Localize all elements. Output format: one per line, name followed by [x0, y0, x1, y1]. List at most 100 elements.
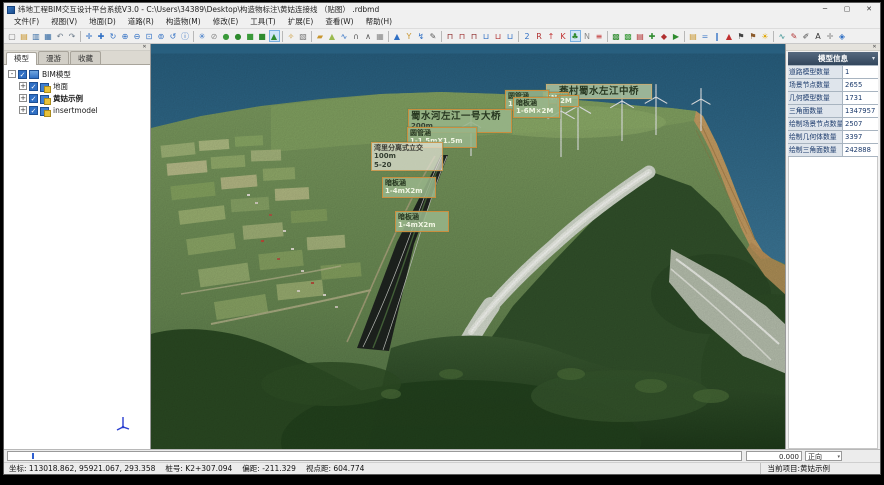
- minimize-button[interactable]: ─: [814, 3, 836, 16]
- undo-icon[interactable]: ↶: [55, 30, 66, 42]
- raise-icon[interactable]: ↑: [546, 30, 557, 42]
- align-equal-icon[interactable]: =: [700, 30, 711, 42]
- culvert-icon[interactable]: ⊔: [505, 30, 516, 42]
- save-icon[interactable]: ▥: [31, 30, 42, 42]
- grid-icon[interactable]: ▦: [375, 30, 386, 42]
- offset-input[interactable]: 0.000: [746, 451, 802, 461]
- info-icon[interactable]: ⓘ: [180, 30, 191, 42]
- tree-item-BIM模型[interactable]: -✓BIM模型: [8, 68, 150, 80]
- zoom-window-icon[interactable]: ⊡: [144, 30, 155, 42]
- close-button[interactable]: ✕: [858, 3, 880, 16]
- disable-render-icon[interactable]: ⊘: [209, 30, 220, 42]
- maximize-button[interactable]: ▢: [836, 3, 858, 16]
- material-icon[interactable]: ◈: [837, 30, 848, 42]
- map-clip-icon[interactable]: ▤: [635, 30, 646, 42]
- flag-brown-icon[interactable]: ⚑: [748, 30, 759, 42]
- add-marker-icon[interactable]: ✚: [647, 30, 658, 42]
- save-all-icon[interactable]: ▦: [43, 30, 54, 42]
- expander-icon[interactable]: -: [8, 70, 16, 78]
- sign-anbanhan-1[interactable]: 暗板涵1-4mX2m: [382, 177, 436, 198]
- sign-anbanhan-2[interactable]: 暗板涵1-4mX2m: [395, 211, 449, 232]
- play-drive-icon[interactable]: ▶: [671, 30, 682, 42]
- tree-item-黄姑示例[interactable]: +✓黄姑示例: [8, 92, 150, 104]
- tree-item-insertmodel[interactable]: +✓insertmodel: [8, 104, 150, 116]
- open-icon[interactable]: ▤: [19, 30, 30, 42]
- sign-wanli-interchange[interactable]: 湾里分离式立交100m5-20: [371, 142, 443, 171]
- new-icon[interactable]: ▢: [7, 30, 18, 42]
- map-texture-icon[interactable]: ▩: [623, 30, 634, 42]
- triangulate-icon[interactable]: ▲: [392, 30, 403, 42]
- vegetation-icon[interactable]: ♣: [570, 30, 581, 42]
- visibility-checkbox[interactable]: ✓: [29, 82, 38, 91]
- spline-icon[interactable]: ∿: [777, 30, 788, 42]
- bridge-girder-icon[interactable]: ⊓: [445, 30, 456, 42]
- paste-style-icon[interactable]: ▧: [298, 30, 309, 42]
- cross-section-icon[interactable]: ∧: [363, 30, 374, 42]
- tab-模型[interactable]: 模型: [6, 52, 37, 65]
- left-panel-close-icon[interactable]: ✕: [141, 44, 148, 51]
- redo-icon[interactable]: ↷: [67, 30, 78, 42]
- edit-model-icon[interactable]: ✎: [428, 30, 439, 42]
- texture-cube-icon[interactable]: ■: [257, 30, 268, 42]
- menu-item-6[interactable]: 工具(T): [244, 16, 281, 28]
- flatten-icon[interactable]: ↯: [416, 30, 427, 42]
- bridge-slab-icon[interactable]: ⊓: [469, 30, 480, 42]
- left-panel-grip[interactable]: ✕: [4, 44, 150, 51]
- viewport-3d[interactable]: [151, 44, 787, 449]
- map-overlay-icon[interactable]: ▩: [611, 30, 622, 42]
- station-k-icon[interactable]: K: [558, 30, 569, 42]
- menu-item-3[interactable]: 道路(R): [122, 16, 160, 28]
- image-folder-icon[interactable]: ▤: [688, 30, 699, 42]
- right-panel-close-icon[interactable]: ✕: [871, 44, 878, 51]
- right-panel-grip[interactable]: ✕: [786, 44, 880, 51]
- measure-pen-icon[interactable]: ✐: [801, 30, 812, 42]
- scene-mode-icon[interactable]: ▲: [269, 30, 280, 42]
- regen-icon[interactable]: ↺: [168, 30, 179, 42]
- pier-icon[interactable]: ⊔: [481, 30, 492, 42]
- terrain-tin-icon[interactable]: ▲: [327, 30, 338, 42]
- menu-item-2[interactable]: 地面(D): [83, 16, 122, 28]
- zoom-extents-icon[interactable]: ⊚: [156, 30, 167, 42]
- wye-junction-icon[interactable]: Y: [404, 30, 415, 42]
- zoom-out-icon[interactable]: ⊖: [132, 30, 143, 42]
- menu-item-8[interactable]: 查看(W): [319, 16, 359, 28]
- pan-icon[interactable]: ✛: [84, 30, 95, 42]
- expander-icon[interactable]: +: [19, 106, 27, 114]
- collapse-caret-icon[interactable]: ▾: [872, 52, 875, 65]
- pan-free-icon[interactable]: ✚: [96, 30, 107, 42]
- bridge-arch-icon[interactable]: ⊓: [457, 30, 468, 42]
- control-point-icon[interactable]: ◆: [659, 30, 670, 42]
- tab-收藏[interactable]: 收藏: [70, 51, 101, 64]
- expander-icon[interactable]: +: [19, 94, 27, 102]
- annotate-pen-icon[interactable]: ✎: [789, 30, 800, 42]
- visibility-checkbox[interactable]: ✓: [18, 70, 27, 79]
- menu-item-5[interactable]: 修改(E): [207, 16, 245, 28]
- menu-item-0[interactable]: 文件(F): [8, 16, 45, 28]
- layers-icon[interactable]: ≡: [594, 30, 605, 42]
- text-label-icon[interactable]: A: [813, 30, 824, 42]
- tree-item-地面[interactable]: +✓地面: [8, 80, 150, 92]
- visibility-checkbox[interactable]: ✓: [29, 106, 38, 115]
- menu-item-9[interactable]: 帮助(H): [360, 16, 399, 28]
- expander-icon[interactable]: +: [19, 82, 27, 90]
- ramp-icon[interactable]: ▲: [724, 30, 735, 42]
- curve-2-icon[interactable]: 2: [522, 30, 533, 42]
- menu-item-7[interactable]: 扩展(E): [282, 16, 320, 28]
- shade-sphere-icon[interactable]: ●: [221, 30, 232, 42]
- link-icon[interactable]: ✧: [286, 30, 297, 42]
- sun-light-icon[interactable]: ☀: [760, 30, 771, 42]
- profile-icon[interactable]: ∩: [351, 30, 362, 42]
- radius-icon[interactable]: R: [534, 30, 545, 42]
- menu-item-1[interactable]: 视图(V): [45, 16, 83, 28]
- shade-cube-icon[interactable]: ■: [245, 30, 256, 42]
- alignment-icon[interactable]: ∿: [339, 30, 350, 42]
- visibility-checkbox[interactable]: ✓: [29, 94, 38, 103]
- pause-icon[interactable]: ‖: [712, 30, 723, 42]
- menu-item-4[interactable]: 构造物(M): [160, 16, 207, 28]
- effects-icon[interactable]: ✳: [197, 30, 208, 42]
- pick-target-icon[interactable]: ✛: [825, 30, 836, 42]
- terrain-dem-icon[interactable]: ▰: [315, 30, 326, 42]
- north-icon[interactable]: N: [582, 30, 593, 42]
- sign-fragment-2m[interactable]: 2M: [557, 95, 579, 107]
- abutment-icon[interactable]: ⊔: [493, 30, 504, 42]
